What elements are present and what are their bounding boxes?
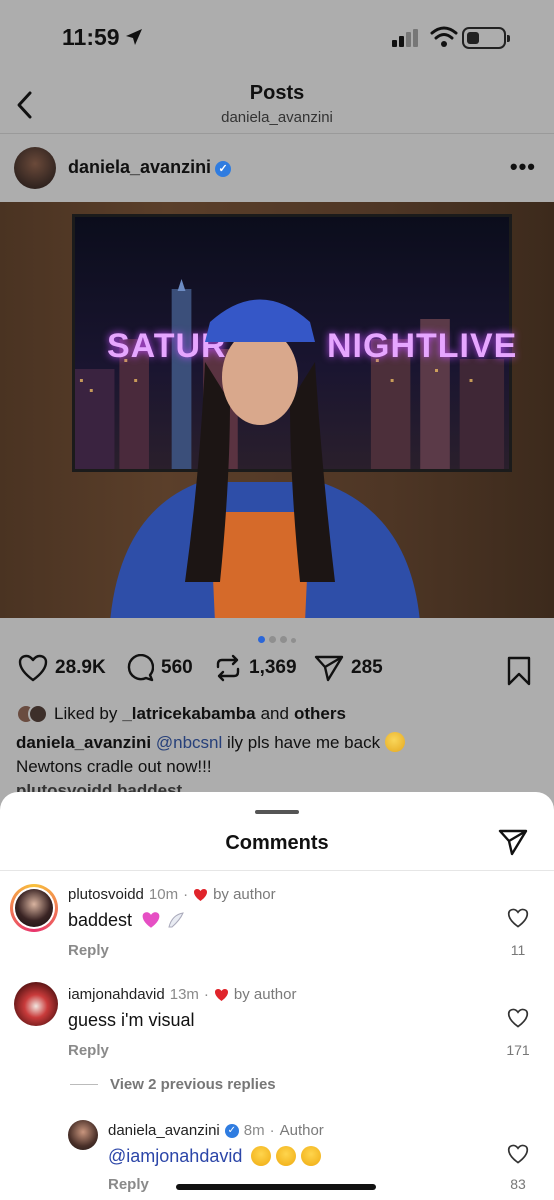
comments-sheet: Comments plutosvoidd 10m · by author bad… bbox=[0, 792, 554, 1200]
page-title: Posts bbox=[249, 82, 305, 104]
dot-separator: · bbox=[203, 986, 209, 1003]
comment-time: 8m bbox=[243, 1122, 265, 1139]
view-previous-replies[interactable]: View 2 previous replies bbox=[70, 1076, 276, 1093]
cellular-signal-icon bbox=[392, 29, 418, 47]
crying-face-emoji-icon bbox=[251, 1146, 272, 1166]
comment-like-heart-icon[interactable] bbox=[504, 1008, 532, 1028]
liked-by-row[interactable]: Liked by _latricekabamba and others bbox=[16, 704, 346, 724]
comment-like-count: 11 bbox=[510, 942, 526, 958]
carousel-dots bbox=[0, 630, 554, 648]
share-paper-plane-icon[interactable] bbox=[498, 828, 528, 856]
crying-face-emoji-icon bbox=[301, 1146, 322, 1166]
post-photo[interactable]: SATUR NIGHTLIVE bbox=[0, 202, 554, 618]
comment-text: guess i'm visual bbox=[68, 1010, 195, 1030]
liked-by-author-heart-icon bbox=[194, 888, 208, 901]
status-time: 11:59 bbox=[62, 24, 120, 50]
reply-mention[interactable]: @iamjonahdavid bbox=[108, 1146, 242, 1166]
caption-line-2: Newtons cradle out now!!! bbox=[16, 757, 212, 776]
wifi-icon bbox=[430, 26, 458, 47]
commenter-avatar bbox=[15, 889, 53, 927]
comment-like-count: 171 bbox=[506, 1042, 530, 1058]
caption-mention[interactable]: @nbcsnl bbox=[156, 733, 222, 752]
crying-face-emoji-icon bbox=[276, 1146, 297, 1166]
comment-like-heart-icon[interactable] bbox=[504, 1144, 532, 1164]
post-actions: 28.9K 560 1,369 285 bbox=[0, 654, 554, 690]
paper-plane-icon[interactable] bbox=[314, 654, 344, 682]
liked-by-others[interactable]: others bbox=[294, 704, 346, 724]
repost-count: 1,369 bbox=[249, 657, 297, 678]
sheet-drag-handle[interactable] bbox=[255, 810, 299, 814]
reply-button[interactable]: Reply bbox=[108, 1176, 149, 1193]
share-count: 285 bbox=[351, 657, 383, 678]
status-bar: 11:59 bbox=[0, 0, 554, 70]
repost-action[interactable]: 1,369 bbox=[214, 654, 297, 682]
comment-text: baddest bbox=[68, 910, 186, 931]
liked-by-author-label: by author bbox=[233, 986, 297, 1003]
reply-button[interactable]: Reply bbox=[68, 942, 109, 959]
comment-time: 10m bbox=[148, 886, 179, 903]
view-replies-label[interactable]: View 2 previous replies bbox=[110, 1076, 276, 1093]
comment-username[interactable]: plutosvoidd bbox=[68, 886, 144, 903]
comment-time: 13m bbox=[169, 986, 199, 1003]
pink-heart-emoji-icon bbox=[142, 912, 160, 928]
post-caption: daniela_avanzini @nbcsnl ily pls have me… bbox=[16, 731, 536, 779]
post-author-avatar[interactable] bbox=[14, 147, 56, 189]
replies-line bbox=[70, 1084, 98, 1085]
bookmark-icon[interactable] bbox=[506, 656, 532, 686]
comment-meta: iamjonahdavid 13m · by author bbox=[68, 986, 296, 1003]
like-count: 28.9K bbox=[55, 657, 106, 678]
liked-by-user[interactable]: _latricekabamba bbox=[122, 704, 255, 724]
comment-action[interactable]: 560 bbox=[126, 654, 193, 682]
divider bbox=[0, 870, 554, 871]
post-author-username[interactable]: daniela_avanzini bbox=[68, 157, 211, 177]
caption-text: ily pls have me back bbox=[227, 733, 381, 752]
dot-separator: · bbox=[269, 1122, 275, 1139]
reply-button[interactable]: Reply bbox=[68, 1042, 109, 1059]
person-figure-graphic bbox=[110, 299, 420, 618]
liked-by-author-heart-icon bbox=[214, 988, 228, 1001]
comment-bubble-icon[interactable] bbox=[126, 654, 154, 682]
comment-text: @iamjonahdavid bbox=[108, 1146, 322, 1167]
post-header: daniela_avanzini ✓ ••• bbox=[0, 140, 554, 200]
battery-icon bbox=[462, 27, 510, 49]
share-action[interactable]: 285 bbox=[314, 654, 383, 682]
top-nav: Posts daniela_avanzini bbox=[0, 76, 554, 134]
comments-title: Comments bbox=[225, 832, 329, 854]
comment-meta: daniela_avanzini ✓ 8m · Author bbox=[108, 1122, 324, 1139]
heart-icon[interactable] bbox=[18, 654, 48, 682]
verified-badge-icon: ✓ bbox=[215, 161, 232, 177]
home-indicator[interactable] bbox=[176, 1184, 376, 1190]
more-options-icon[interactable]: ••• bbox=[510, 154, 536, 180]
comment-like-heart-icon[interactable] bbox=[504, 908, 532, 928]
caption-username[interactable]: daniela_avanzini bbox=[16, 733, 151, 752]
post-author-name[interactable]: daniela_avanzini ✓ bbox=[68, 157, 232, 178]
liked-by-author-label: by author bbox=[213, 886, 276, 903]
shushing-face-emoji-icon bbox=[384, 732, 405, 752]
like-action[interactable]: 28.9K bbox=[18, 654, 106, 682]
comment-username[interactable]: daniela_avanzini bbox=[108, 1122, 220, 1139]
liked-by-and: and bbox=[260, 704, 289, 723]
wing-emoji-icon bbox=[168, 912, 184, 928]
commenter-avatar[interactable] bbox=[68, 1120, 98, 1150]
liked-by-prefix: Liked by bbox=[54, 704, 118, 723]
verified-badge-icon: ✓ bbox=[224, 1123, 239, 1138]
comment-text-body: baddest bbox=[68, 910, 133, 930]
comment-count: 560 bbox=[161, 657, 193, 678]
dot-separator: · bbox=[183, 886, 189, 903]
author-tag: Author bbox=[279, 1122, 324, 1139]
page-subtitle: daniela_avanzini bbox=[221, 109, 333, 126]
commenter-avatar-story-ring[interactable] bbox=[10, 884, 58, 932]
liker-avatar bbox=[28, 704, 48, 724]
comment-username[interactable]: iamjonahdavid bbox=[68, 986, 165, 1003]
comment-meta: plutosvoidd 10m · by author bbox=[68, 886, 276, 903]
location-arrow-icon bbox=[126, 29, 142, 45]
commenter-avatar[interactable] bbox=[14, 982, 58, 1026]
repost-icon[interactable] bbox=[214, 654, 242, 682]
comment-like-count: 83 bbox=[510, 1176, 526, 1192]
